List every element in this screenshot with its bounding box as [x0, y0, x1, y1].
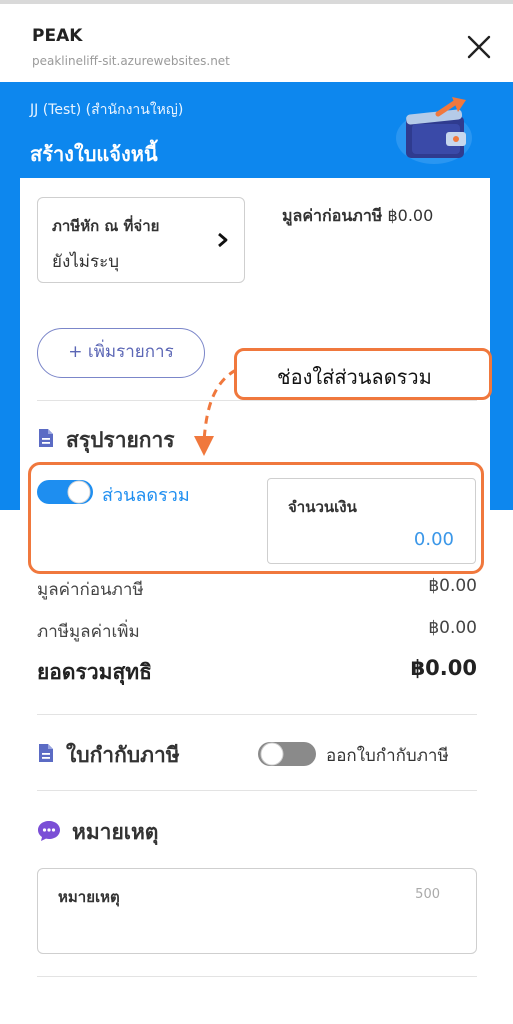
- row-label: มูลค่าก่อนภาษี: [37, 580, 144, 600]
- pretax-top-label: มูลค่าก่อนภาษี: [282, 206, 383, 225]
- browser-top-bar: PEAK peaklineliff-sit.azurewebsites.net: [0, 0, 513, 82]
- tax-invoice-toggle-label: ออกใบกำกับภาษี: [326, 746, 449, 766]
- summary-row-pretax: มูลค่าก่อนภาษี ฿0.00: [37, 576, 477, 603]
- summary-title: สรุปรายการ: [66, 428, 175, 452]
- divider: [37, 400, 477, 401]
- page-title: สร้างใบแจ้งหนี้: [30, 142, 158, 166]
- chevron-right-icon: [218, 232, 228, 248]
- divider: [37, 714, 477, 715]
- amount-label: จำนวนเงิน: [288, 498, 357, 516]
- row-value: ฿0.00: [428, 618, 477, 638]
- organization-name: JJ (Test) (สำนักงานใหญ่): [30, 102, 184, 118]
- divider: [37, 790, 477, 791]
- annotation-callout: ช่องใส่ส่วนลดรวม: [234, 348, 492, 400]
- app-name: PEAK: [32, 26, 83, 46]
- notes-field[interactable]: หมายเหตุ 500: [37, 868, 477, 954]
- summary-row-total: ยอดรวมสุทธิ ฿0.00: [37, 656, 477, 689]
- notes-label: หมายเหตุ: [58, 888, 120, 906]
- callout-text: ช่องใส่ส่วนลดรวม: [277, 365, 432, 389]
- divider: [37, 976, 477, 977]
- discount-label: ส่วนลดรวม: [102, 485, 190, 506]
- document-icon: [39, 429, 53, 447]
- row-value: ฿0.00: [428, 576, 477, 596]
- pretax-top-amount: ฿0.00: [387, 206, 434, 225]
- row-label: ยอดรวมสุทธิ: [37, 660, 152, 684]
- withholding-tax-value: ยังไม่ระบุ: [52, 252, 120, 272]
- tax-invoice-toggle[interactable]: [258, 740, 316, 768]
- close-icon[interactable]: [462, 30, 496, 64]
- document-icon: [39, 744, 53, 762]
- chat-bubble-icon: [38, 821, 60, 841]
- withholding-tax-label: ภาษีหัก ณ ที่จ่าย: [52, 217, 160, 235]
- amount-input[interactable]: [288, 525, 454, 553]
- tax-invoice-title: ใบกำกับภาษี: [66, 743, 180, 767]
- summary-row-vat: ภาษีมูลค่าเพิ่ม ฿0.00: [37, 618, 477, 645]
- row-value: ฿0.00: [410, 656, 477, 680]
- row-label: ภาษีมูลค่าเพิ่ม: [37, 622, 140, 642]
- url-text: peaklineliff-sit.azurewebsites.net: [32, 54, 230, 68]
- wallet-icon: [396, 97, 472, 164]
- notes-title: หมายเหตุ: [72, 820, 159, 844]
- withholding-tax-selector[interactable]: ภาษีหัก ณ ที่จ่าย ยังไม่ระบุ: [37, 197, 245, 283]
- discount-toggle[interactable]: [37, 478, 93, 506]
- pretax-value-top: มูลค่าก่อนภาษี ฿0.00: [282, 204, 433, 229]
- discount-amount-field[interactable]: จำนวนเงิน: [267, 478, 476, 564]
- notes-char-limit: 500: [415, 887, 440, 902]
